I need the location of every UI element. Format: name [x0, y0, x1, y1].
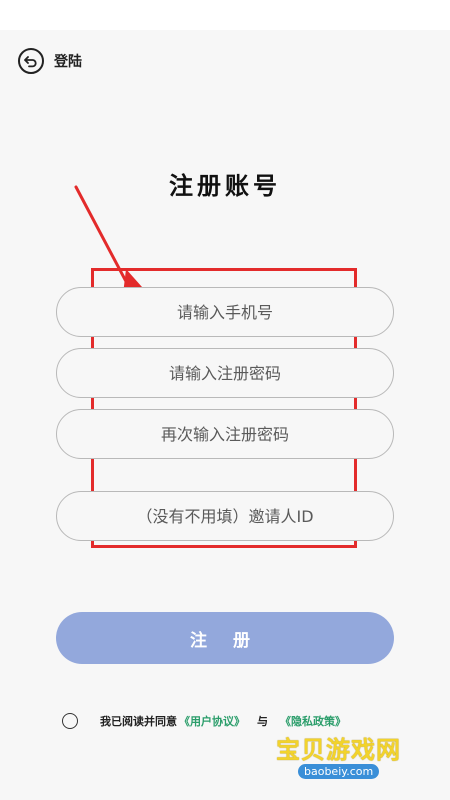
password-input[interactable]: [56, 348, 394, 398]
battery-icon: [428, 7, 436, 23]
wifi-icon: [390, 8, 404, 22]
register-button[interactable]: 注 册: [56, 612, 394, 664]
status-time: 4:00: [10, 6, 42, 22]
page-title: 注册账号: [169, 172, 281, 200]
invite-id-input[interactable]: [56, 491, 394, 541]
back-button[interactable]: 登陆: [18, 46, 82, 76]
confirm-password-input[interactable]: [56, 409, 394, 459]
agreement-conjunction: 与: [257, 715, 268, 728]
back-arrow-icon: [18, 48, 44, 74]
privacy-policy-link[interactable]: 《隐私政策》: [280, 713, 346, 729]
agree-checkbox[interactable]: [62, 713, 78, 729]
user-agreement-link[interactable]: 《用户协议》: [179, 713, 245, 729]
agreement-prefix: 我已阅读并同意: [100, 715, 177, 728]
status-icons: [380, 6, 440, 24]
phone-input[interactable]: [56, 287, 394, 337]
watermark-url: baobeiy.com: [298, 764, 380, 779]
watermark: 宝贝游戏网 baobeiy.com: [268, 728, 418, 788]
status-bar: 4:00: [0, 0, 450, 30]
back-label: 登陆: [54, 54, 82, 70]
watermark-title: 宝贝游戏网: [276, 736, 401, 764]
signal-icon: [410, 8, 424, 22]
